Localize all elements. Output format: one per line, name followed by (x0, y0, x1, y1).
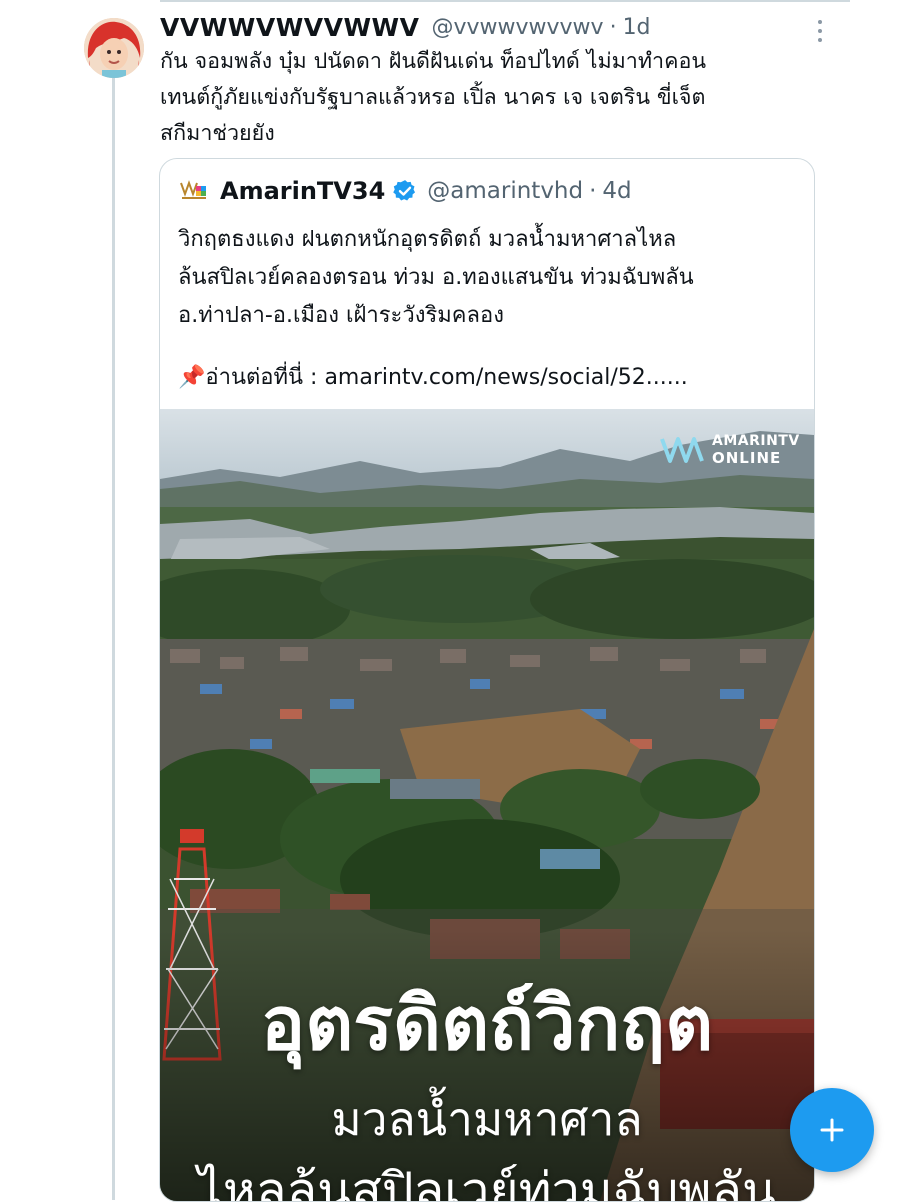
tweet-text: กัน จอมพลัง บุ๋ม ปนัดดา ฝันดีฝันเด่น ท็อ… (160, 49, 707, 146)
thread-line (112, 78, 115, 1200)
quoted-read-more-line: 📌อ่านต่อที่นี่ : amarintv.com/news/socia… (178, 359, 798, 397)
quoted-tweet-header: AmarinTV34 @amarintvhd · 4d (180, 175, 632, 207)
user-handle[interactable]: @vvwwvwvvwv (431, 15, 603, 40)
top-divider (160, 0, 850, 2)
read-more-label: 📌อ่านต่อที่นี่ : (178, 365, 325, 390)
quoted-tweet-text: วิกฤตธงแดง ฝนตกหนักอุตรดิตถ์ มวลน้ำมหาศา… (178, 227, 694, 328)
separator-dot: · (589, 178, 597, 204)
quoted-tweet[interactable]: AmarinTV34 @amarintvhd · 4d วิกฤตธงแดง ฝ… (159, 158, 815, 1202)
image-headline-2: มวลน้ำมหาศาล (331, 1092, 643, 1146)
tweet-time[interactable]: 1d (623, 15, 651, 40)
plus-icon (820, 1118, 844, 1142)
quoted-user-handle: @amarintvhd (427, 178, 584, 204)
compose-button[interactable] (790, 1088, 874, 1172)
watermark-line-1: AMARINTV (712, 433, 800, 449)
display-name[interactable]: VVWWVWVVWWV (160, 13, 419, 42)
watermark-line-2: ONLINE (712, 449, 782, 467)
quoted-tweet-time: 4d (602, 178, 632, 204)
quoted-tweet-image[interactable]: AMARINTV ONLINE อุตรดิตถ์วิกฤต มวลน้ำมหา… (160, 409, 814, 1201)
quoted-link[interactable]: amarintv.com/news/social/52...... (324, 365, 687, 390)
quoted-avatar[interactable] (180, 180, 208, 202)
tweet-header: VVWWVWVVWWV @vvwwvwvvwv · 1d (160, 12, 651, 42)
more-icon[interactable] (810, 18, 830, 44)
amarintv-watermark: AMARINTV ONLINE (660, 433, 800, 467)
image-headline-1: อุตรดิตถ์วิกฤต (260, 981, 714, 1067)
avatar[interactable] (84, 18, 144, 78)
verified-badge-icon (393, 180, 416, 201)
image-headline-3: ไหลล้นสปิลเวย์ท่วมฉับพลัน (197, 1162, 777, 1201)
quoted-display-name: AmarinTV34 (220, 177, 386, 205)
amarintv-logo-icon (660, 437, 704, 463)
separator-dot: · (609, 14, 617, 40)
flood-aerial-photo (160, 409, 814, 1201)
